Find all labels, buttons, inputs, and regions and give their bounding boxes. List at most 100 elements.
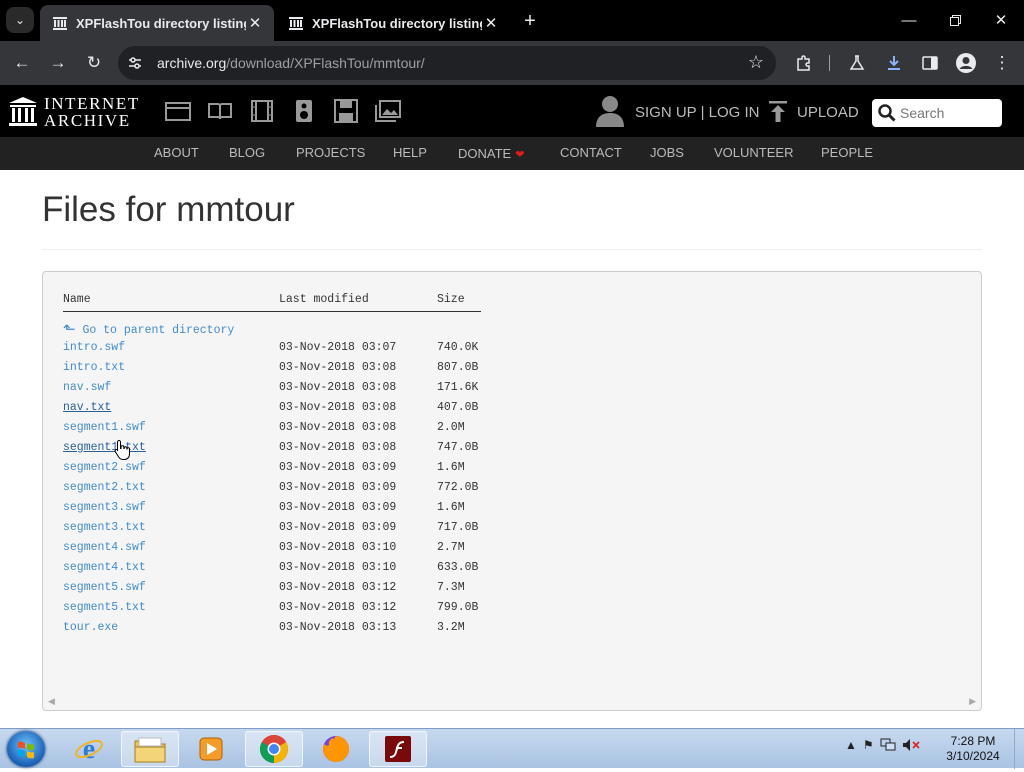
show-desktop-button[interactable] <box>1014 729 1024 769</box>
file-modified: 03-Nov-2018 03:13 <box>279 621 397 634</box>
file-modified: 03-Nov-2018 03:10 <box>279 541 397 554</box>
tab-1[interactable]: XPFlashTou directory listing ✕ <box>40 5 274 41</box>
close-window-button[interactable]: ✕ <box>978 0 1024 40</box>
ia-logo[interactable]: INTERNET ARCHIVE <box>9 95 140 129</box>
taskbar-chrome[interactable] <box>245 731 303 767</box>
software-icon[interactable] <box>333 99 359 123</box>
col-name-header: Name <box>63 293 91 306</box>
labs-button[interactable] <box>843 49 871 77</box>
nav-projects[interactable]: PROJECTS <box>296 145 365 160</box>
file-link[interactable]: intro.txt <box>63 361 125 374</box>
start-button[interactable] <box>7 731 45 767</box>
side-panel-button[interactable] <box>916 49 944 77</box>
file-row: nav.swf 03-Nov-2018 03:08 171.6K <box>63 378 481 398</box>
close-tab-icon[interactable]: ✕ <box>246 14 264 32</box>
browser-toolbar: ← → ↻ archive.org/download/XPFlashTou/mm… <box>0 41 1024 85</box>
nav-people[interactable]: PEOPLE <box>821 145 873 160</box>
forward-button[interactable]: → <box>44 49 72 77</box>
ia-search-box[interactable] <box>872 99 1002 127</box>
scroll-right-icon[interactable]: ▶ <box>969 696 976 707</box>
parent-directory-link[interactable]: ⬑ Go to parent directory <box>63 319 234 339</box>
upload-label: UPLOAD <box>797 103 859 121</box>
nav-blog[interactable]: BLOG <box>229 145 265 160</box>
user-icon[interactable] <box>596 95 624 127</box>
media-player-icon <box>199 737 223 761</box>
file-size: 747.0B <box>437 441 479 454</box>
file-listing: Name Last modified Size ⬑ Go to parent d… <box>63 290 481 638</box>
file-modified: 03-Nov-2018 03:07 <box>279 341 397 354</box>
nav-donate[interactable]: DONATE <box>458 146 511 161</box>
file-link[interactable]: segment1.swf <box>63 421 146 434</box>
nav-volunteer[interactable]: VOLUNTEER <box>714 145 793 160</box>
signup-login-link[interactable]: SIGN UP | LOG IN <box>635 104 759 121</box>
tab-search-button[interactable]: ⌄ <box>6 7 34 33</box>
file-link[interactable]: segment1.txt <box>63 441 146 454</box>
close-tab-icon[interactable]: ✕ <box>482 14 500 32</box>
profile-avatar-icon <box>956 53 976 73</box>
file-link[interactable]: segment4.swf <box>63 541 146 554</box>
nav-jobs[interactable]: JOBS <box>650 145 684 160</box>
chrome-menu-button[interactable]: ⋮ <box>988 49 1016 77</box>
file-link[interactable]: nav.txt <box>63 401 111 414</box>
file-size: 2.0M <box>437 421 465 434</box>
taskbar-flash-player[interactable] <box>369 731 427 767</box>
texts-icon[interactable] <box>207 99 233 123</box>
back-button[interactable]: ← <box>8 49 36 77</box>
upload-button[interactable]: UPLOAD <box>768 101 859 123</box>
file-link[interactable]: intro.swf <box>63 341 125 354</box>
tab-2[interactable]: XPFlashTou directory listing ✕ <box>276 5 510 41</box>
file-link[interactable]: segment5.swf <box>63 581 146 594</box>
minimize-button[interactable]: — <box>886 0 932 40</box>
tab-title: XPFlashTou directory listing <box>76 15 246 31</box>
file-link[interactable]: segment3.txt <box>63 521 146 534</box>
action-center-flag-icon[interactable]: ⚑ <box>863 738 874 752</box>
nav-help[interactable]: HELP <box>393 145 427 160</box>
scroll-left-icon[interactable]: ◀ <box>48 696 55 707</box>
nav-donate-item[interactable]: DONATE ❤ <box>458 145 524 163</box>
address-bar[interactable]: archive.org/download/XPFlashTou/mmtour/ … <box>118 46 776 80</box>
extensions-button[interactable] <box>790 49 818 77</box>
new-tab-button[interactable]: + <box>518 9 542 33</box>
ia-search-input[interactable] <box>900 105 1000 121</box>
internet-explorer-icon: e <box>75 734 103 764</box>
file-link[interactable]: nav.swf <box>63 381 111 394</box>
upload-icon <box>769 101 787 122</box>
downloads-button[interactable] <box>880 49 908 77</box>
file-size: 3.2M <box>437 621 465 634</box>
bookmark-star-icon[interactable]: ☆ <box>748 52 764 73</box>
file-link[interactable]: segment3.swf <box>63 501 146 514</box>
nav-about[interactable]: ABOUT <box>154 145 199 160</box>
reload-button[interactable]: ↻ <box>80 49 108 77</box>
audio-icon[interactable] <box>291 99 317 123</box>
file-row: segment5.txt 03-Nov-2018 03:12 799.0B <box>63 598 481 618</box>
volume-muted-icon[interactable] <box>902 738 920 752</box>
taskbar-firefox[interactable] <box>307 731 365 767</box>
file-link[interactable]: segment2.txt <box>63 481 146 494</box>
show-hidden-icons-icon[interactable]: ▲ <box>845 738 857 752</box>
restore-button[interactable] <box>932 0 978 40</box>
tab-strip: ⌄ XPFlashTou directory listing ✕ XPFlash… <box>0 0 1024 41</box>
images-icon[interactable] <box>375 99 401 123</box>
file-link[interactable]: segment2.swf <box>63 461 146 474</box>
taskbar: e ▲ ⚑ 7:28 PM 3/10/2024 <box>0 728 1024 769</box>
ia-nav-bar: ABOUT BLOG PROJECTS HELP DONATE ❤ CONTACT… <box>0 137 1024 170</box>
clock[interactable]: 7:28 PM 3/10/2024 <box>940 734 1006 764</box>
site-info-icon[interactable] <box>126 54 144 72</box>
taskbar-media-player[interactable] <box>182 731 240 767</box>
taskbar-internet-explorer[interactable]: e <box>60 731 118 767</box>
nav-contact[interactable]: CONTACT <box>560 145 622 160</box>
web-icon[interactable] <box>165 99 191 123</box>
file-link[interactable]: segment5.txt <box>63 601 146 614</box>
file-row: segment1.swf 03-Nov-2018 03:08 2.0M <box>63 418 481 438</box>
video-icon[interactable] <box>249 99 275 123</box>
reload-icon: ↻ <box>86 53 102 72</box>
profile-button[interactable] <box>952 49 980 77</box>
archive-building-icon <box>9 97 37 126</box>
url-text[interactable]: archive.org/download/XPFlashTou/mmtour/ <box>157 55 425 71</box>
file-row: tour.exe 03-Nov-2018 03:13 3.2M <box>63 618 481 638</box>
file-link[interactable]: segment4.txt <box>63 561 146 574</box>
network-icon[interactable] <box>880 738 896 752</box>
file-link[interactable]: tour.exe <box>63 621 118 634</box>
taskbar-file-explorer[interactable] <box>121 731 179 767</box>
horizontal-scrollbar[interactable]: ◀ ▶ <box>43 694 981 710</box>
